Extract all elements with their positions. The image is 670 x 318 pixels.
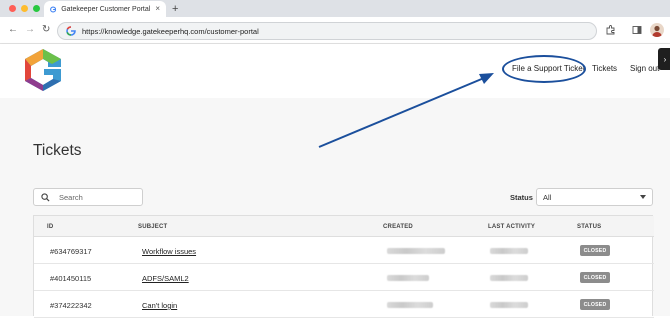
table-row[interactable]: #374222342 Can't login CLOSED — [34, 291, 654, 318]
profile-avatar[interactable] — [650, 23, 664, 37]
status-badge: CLOSED — [580, 272, 610, 283]
status-badge: CLOSED — [580, 245, 610, 256]
search-input[interactable]: Search — [33, 188, 143, 206]
browser-tabstrip: Gatekeeper Customer Portal × + — [0, 0, 670, 17]
ticket-id: #401450115 — [50, 274, 92, 283]
url-text: https://knowledge.gatekeeperhq.com/custo… — [82, 26, 259, 36]
table-row[interactable]: #634769317 Workflow issues CLOSED — [34, 237, 654, 264]
ticket-subject-link[interactable]: ADFS/SAML2 — [142, 274, 189, 283]
search-placeholder: Search — [59, 192, 83, 202]
table-row[interactable]: #401450115 ADFS/SAML2 CLOSED — [34, 264, 654, 291]
column-header-status: STATUS — [577, 224, 602, 230]
search-icon — [41, 192, 50, 202]
address-bar[interactable]: https://knowledge.gatekeeperhq.com/custo… — [57, 22, 597, 40]
ticket-id: #634769317 — [50, 247, 92, 256]
forward-button[interactable]: → — [25, 24, 35, 36]
tab-close-icon[interactable]: × — [155, 5, 160, 13]
tickets-link[interactable]: Tickets — [592, 64, 617, 73]
back-button[interactable]: ← — [8, 24, 18, 36]
last-activity-redacted — [490, 302, 528, 308]
column-header-last-activity: LAST ACTIVITY — [488, 224, 536, 230]
created-date-redacted — [387, 275, 429, 281]
last-activity-redacted — [490, 275, 528, 281]
extensions-icon[interactable] — [604, 23, 618, 37]
site-header: File a Support Ticket Tickets Sign out — [0, 44, 670, 98]
ticket-subject-link[interactable]: Can't login — [142, 301, 177, 310]
sign-out-link[interactable]: Sign out — [630, 64, 659, 73]
created-date-redacted — [387, 302, 433, 308]
google-favicon-icon — [50, 5, 57, 13]
reload-button[interactable]: ↻ — [42, 24, 50, 36]
browser-toolbar: ← → ↻ https://knowledge.gatekeeperhq.com… — [0, 17, 670, 44]
side-expand-tab[interactable]: › — [658, 48, 670, 70]
page-title: Tickets — [33, 142, 82, 159]
status-filter-select[interactable]: All — [536, 188, 653, 206]
side-panel-icon[interactable] — [630, 23, 644, 37]
status-filter-label: Status — [510, 193, 533, 202]
ticket-subject-link[interactable]: Workflow issues — [142, 247, 196, 256]
browser-tab[interactable]: Gatekeeper Customer Portal × — [44, 1, 166, 17]
status-filter-value: All — [543, 192, 552, 202]
tickets-table: ID SUBJECT CREATED LAST ACTIVITY STATUS … — [33, 215, 654, 318]
chevron-down-icon — [640, 195, 646, 199]
table-header: ID SUBJECT CREATED LAST ACTIVITY STATUS — [34, 216, 654, 237]
column-header-created: CREATED — [383, 224, 413, 230]
status-badge: CLOSED — [580, 299, 610, 310]
minimize-window-button[interactable] — [21, 5, 28, 12]
column-header-subject: SUBJECT — [138, 224, 168, 230]
maximize-window-button[interactable] — [33, 5, 40, 12]
main-content: Tickets Search Status All ID SUBJECT CRE… — [0, 98, 670, 318]
tab-title: Gatekeeper Customer Portal — [61, 5, 151, 13]
ticket-id: #374222342 — [50, 301, 92, 310]
last-activity-redacted — [490, 248, 528, 254]
annotation-highlight-oval — [502, 55, 586, 83]
created-date-redacted — [387, 248, 445, 254]
new-tab-button[interactable]: + — [172, 2, 178, 16]
google-icon — [66, 26, 76, 36]
column-header-id: ID — [47, 224, 54, 230]
gatekeeper-logo[interactable] — [22, 47, 64, 93]
close-window-button[interactable] — [9, 5, 16, 12]
